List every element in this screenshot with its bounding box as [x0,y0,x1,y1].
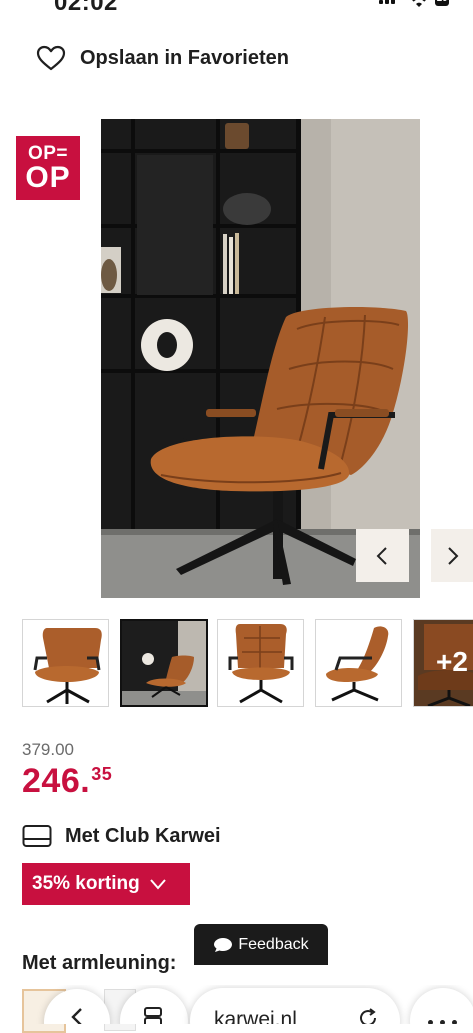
tabs-icon [144,1007,162,1024]
thumbnail-image [218,620,303,706]
thumbnail-image [316,620,401,706]
reload-icon[interactable] [356,1006,380,1024]
discount-toggle-button[interactable]: 35% korting [22,863,190,905]
more-icon-dot [452,1020,457,1024]
badge-line2: OP [25,161,71,194]
product-photo [101,119,420,598]
favorites-label: Opslaan in Favorieten [80,46,289,69]
main-product-image[interactable] [101,119,420,598]
old-price: 379.00 [22,740,74,759]
feedback-label: Feedback [238,935,309,953]
wifi-icon [412,0,426,7]
thumbnail-strip: +2 [22,619,473,707]
club-karwei-row: Met Club Karwei [22,822,221,850]
thumbnail-3[interactable] [217,619,304,707]
back-icon [71,1008,82,1024]
status-bar: 02:02 10 [0,0,473,14]
browser-url: karwei.nl [214,1008,297,1024]
discount-label: 35% korting [32,873,140,894]
current-price: 246.35 [22,762,112,801]
battery-icon: 10 [435,0,449,6]
card-icon [22,825,52,847]
save-to-favorites[interactable]: Opslaan in Favorieten [36,44,289,72]
gallery-prev-button[interactable] [356,529,409,582]
signal-bar [391,0,395,4]
club-label: Met Club Karwei [65,824,221,847]
price-main: 246. [22,762,91,800]
thumbnail-more[interactable]: +2 [413,619,473,707]
thumbnail-image [23,620,108,706]
chevron-right-icon [448,546,459,565]
chevron-left-icon [376,546,387,565]
thumbnail-4[interactable] [315,619,402,707]
status-time: 02:02 [54,0,118,14]
signal-bar [385,0,389,4]
thumbnail-image [122,621,206,705]
signal-icon [379,0,383,4]
browser-tabs-button[interactable] [120,988,188,1024]
feedback-button[interactable]: Feedback [194,924,328,965]
browser-back-button[interactable] [44,989,110,1024]
price-cents: 35 [91,764,113,784]
status-icons: 10 [373,0,473,10]
chevron-down-icon [149,879,166,890]
gallery-next-button[interactable] [431,529,473,582]
armrest-option-label: Met armleuning: [22,952,177,974]
more-icon-dot [440,1020,445,1024]
heart-icon [36,45,66,71]
op-is-op-badge: OP= OP [16,136,80,200]
thumbnail-1[interactable] [22,619,109,707]
more-icon [428,1020,433,1024]
browser-toolbar: karwei.nl [0,985,473,1024]
browser-address-bar[interactable]: karwei.nl [190,988,400,1024]
more-images-count: +2 [436,646,468,677]
thumbnail-2[interactable] [120,619,208,707]
browser-more-button[interactable] [410,988,473,1024]
chat-bubble-icon [214,937,233,952]
